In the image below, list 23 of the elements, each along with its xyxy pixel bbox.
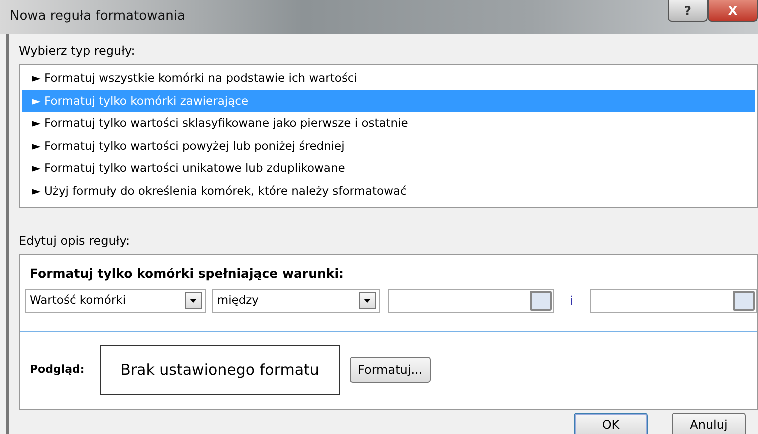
condition-dropdown[interactable]: Wartość komórki [25,288,206,313]
list-item[interactable]: ► Formatuj wszystkie komórki na podstawie ich wartości [22,67,755,90]
help-button[interactable]: ? [668,0,708,22]
format-button[interactable]: Formatuj... [350,356,431,383]
caret-icon [358,292,376,310]
caret-icon [185,292,202,310]
panel-heading: Formatuj tylko komórki spełniające warunki: [29,265,345,283]
list-item[interactable]: ► Formatuj tylko wartości powyżej lub poniżej średniej [22,134,755,157]
preview-label: Podgląd: [30,362,86,378]
cancel-button[interactable]: Anuluj [672,413,746,434]
section-label: Wybierz typ reguły: [19,43,136,60]
close-button[interactable]: X [708,0,758,22]
connector-text: i [569,292,575,310]
preview-box: Brak ustawionego formatu [100,344,340,395]
list-item[interactable]: ► Formatuj tylko wartości unikatowe lub zduplikowane [22,157,755,180]
input-field[interactable] [590,288,757,313]
list-item[interactable]: ► Formatuj tylko wartości sklasyfikowane jako pierwsze i ostatnie [22,112,755,134]
operator-dropdown[interactable]: między [212,288,380,313]
list-item[interactable]: ► Użyj formuły do określenia komórek, które należy sformatować [22,180,755,202]
ok-button[interactable]: OK [574,413,648,434]
section-label: Edytuj opis reguły: [19,233,132,250]
window-title: Nowa reguła formatowania [10,8,186,26]
input-field[interactable] [388,288,554,313]
